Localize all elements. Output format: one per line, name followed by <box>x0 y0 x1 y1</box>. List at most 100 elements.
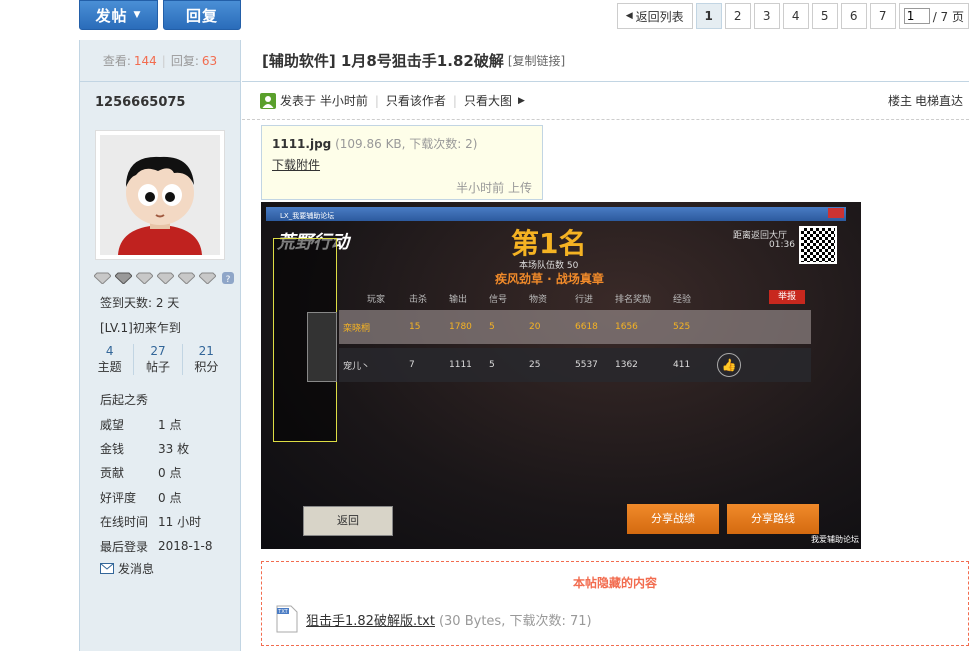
page-link[interactable]: 3 <box>753 3 780 29</box>
score-cell: 25 <box>529 360 541 370</box>
author-only-link[interactable]: 只看该作者 <box>386 92 446 109</box>
field-key: 在线时间 <box>100 515 149 530</box>
window-titlebar: LX_我要辅助论坛 <box>266 207 846 221</box>
share-route-button: 分享路线 <box>727 504 819 534</box>
score-row: 栾晓桐 15 1780 5 20 6618 1656 525 <box>339 310 811 344</box>
post-time: 发表于 半小时前 <box>280 94 368 108</box>
score-cell: 1362 <box>615 360 638 370</box>
upload-time: 半小时前 上传 <box>456 181 532 195</box>
topics-count[interactable]: 4 主题 <box>86 344 135 375</box>
close-icon <box>828 208 844 218</box>
field-value: 33 枚 <box>158 442 190 457</box>
pagination: ◀ 返回列表 1 2 3 4 5 6 7 / 7 页 <box>616 3 969 29</box>
views-label: 查看: <box>102 54 131 68</box>
user-counts: 4 主题 27 帖子 21 积分 <box>86 344 230 375</box>
score-cell: 20 <box>529 322 541 332</box>
page-link[interactable]: 7 <box>869 3 896 29</box>
back-to-list-button[interactable]: ◀ 返回列表 <box>616 3 693 29</box>
return-timer: 01:36 <box>769 240 795 250</box>
field-value: 2018-1-8 <box>158 539 213 554</box>
player-portrait <box>307 312 337 382</box>
page-total: / 7 页 <box>932 9 964 24</box>
attachment-info: (109.86 KB, 下载次数: 2) <box>335 137 478 151</box>
user-field: 威望 1 点 <box>100 412 240 436</box>
field-value: 1 点 <box>158 417 182 432</box>
score-cell: 1780 <box>449 322 472 332</box>
new-post-label: 发帖 <box>95 6 128 25</box>
replies-label: 回复: <box>170 54 199 68</box>
page-link[interactable]: 2 <box>724 3 751 29</box>
avatar[interactable] <box>95 130 225 260</box>
field-value: 0 点 <box>158 490 182 505</box>
score-cell: 6618 <box>575 322 598 332</box>
diamond-icon <box>178 272 195 284</box>
field-key: 贡献 <box>100 466 125 481</box>
user-level[interactable]: [LV.1]初来乍到 <box>100 319 240 336</box>
floor-jump-link[interactable]: 电梯直达 <box>915 92 963 109</box>
diamond-icon <box>157 272 174 284</box>
field-key: 最后登录 <box>100 539 149 554</box>
column-header: 经验 <box>673 295 692 305</box>
page-link[interactable]: 1 <box>695 3 722 29</box>
qr-code <box>799 226 837 264</box>
page-link[interactable]: 5 <box>811 3 838 29</box>
page-jump: / 7 页 <box>898 3 969 29</box>
attachment-link[interactable]: 狙击手1.82破解版.txt <box>306 610 435 629</box>
download-attachment-link[interactable]: 下载附件 <box>272 158 320 172</box>
share-record-button: 分享战绩 <box>627 504 719 534</box>
column-header: 信号 <box>489 295 508 305</box>
help-icon[interactable]: ? <box>220 272 237 284</box>
field-value: 11 小时 <box>158 515 202 530</box>
copy-link-button[interactable]: [复制链接] <box>508 52 565 69</box>
score-row: 宠儿丶 7 1111 5 25 5537 1362 411 👍 <box>339 348 811 382</box>
field-key: 威望 <box>100 417 125 432</box>
thread-header: [辅助软件] 1月8号狙击手1.82破解 [复制链接] <box>242 40 969 82</box>
user-field: 最后登录 2018-1-8 <box>100 534 240 558</box>
user-field: 贡献 0 点 <box>100 461 240 485</box>
user-field: 金钱 33 枚 <box>100 436 240 460</box>
signin-days: 签到天数: 2 天 <box>100 296 180 310</box>
txt-file-icon: TXT <box>276 605 298 633</box>
score-cell: 5537 <box>575 360 598 370</box>
avatar-image <box>100 135 220 255</box>
column-header: 输出 <box>449 295 468 305</box>
attached-screenshot[interactable]: LX_我要辅助论坛 荒野行动 第1名 本场队伍数 50 疾风劲草 · 战场真章 … <box>261 202 861 549</box>
diamond-icon <box>199 272 216 284</box>
score-cell: 1111 <box>449 360 472 370</box>
user-group[interactable]: 后起之秀 <box>100 391 240 408</box>
score-header-row: 玩家 击杀 输出 信号 物资 行进 排名奖励 经验 <box>341 292 811 305</box>
column-header: 玩家 <box>367 295 386 305</box>
author-sidebar: 查看: 144 | 回复: 63 1256665075 ? 签到天数: 2 天 … <box>79 40 241 651</box>
post-meta: 发表于 半小时前 | 只看该作者 | 只看大图 ▶ 楼主 电梯直达 <box>242 82 969 120</box>
score-cell: 宠儿丶 <box>343 361 371 372</box>
divider: | <box>452 93 457 108</box>
divider: | <box>374 93 379 108</box>
count-label: 帖子 <box>145 360 170 374</box>
forum-watermark: 我爱辅助论坛 <box>811 535 859 544</box>
count-value: 27 <box>150 344 166 358</box>
big-image-link[interactable]: 只看大图 <box>464 92 512 109</box>
send-message-label: 发消息 <box>118 562 155 577</box>
column-header: 击杀 <box>409 295 428 305</box>
reply-button[interactable]: 回复 <box>163 0 241 30</box>
page-jump-input[interactable] <box>903 8 930 24</box>
score-cell: 525 <box>673 322 691 332</box>
play-arrow-icon[interactable]: ▶ <box>518 96 525 106</box>
new-post-button[interactable]: 发帖 ▼ <box>79 0 158 30</box>
count-label: 主题 <box>97 360 122 374</box>
score-cell: 7 <box>409 360 415 370</box>
field-key: 好评度 <box>100 490 137 505</box>
page-link[interactable]: 4 <box>782 3 809 29</box>
send-message-link[interactable]: 发消息 <box>100 560 240 577</box>
points-count[interactable]: 21 积分 <box>183 344 230 375</box>
page-link[interactable]: 6 <box>840 3 867 29</box>
chevron-down-icon: ▼ <box>133 10 142 20</box>
slogan: 疾风劲草 · 战场真章 <box>495 272 604 286</box>
posts-count[interactable]: 27 帖子 <box>134 344 183 375</box>
rank-title: 第1名 <box>511 227 587 260</box>
score-cell: 1656 <box>615 322 638 332</box>
post-content: [辅助软件] 1月8号狙击手1.82破解 [复制链接] 发表于 半小时前 | 只… <box>242 40 969 651</box>
score-cell: 5 <box>489 322 495 332</box>
author-name[interactable]: 1256665075 <box>80 82 240 126</box>
column-header: 排名奖励 <box>615 295 652 305</box>
